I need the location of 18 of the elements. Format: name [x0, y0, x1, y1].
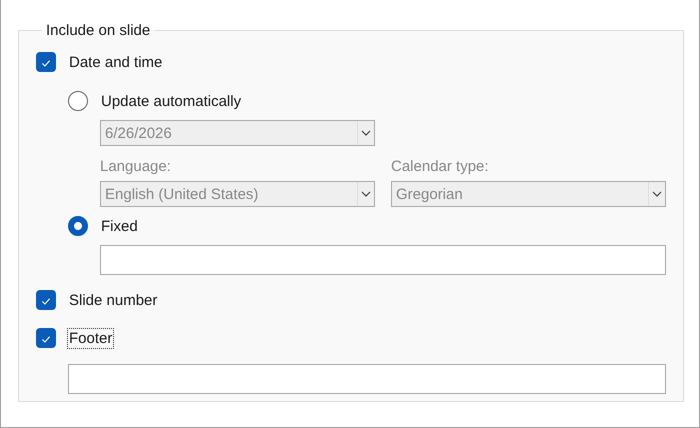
group-title: Include on slide [45, 22, 152, 39]
radio-label[interactable]: Fixed [100, 216, 139, 236]
chevron-down-icon [652, 191, 662, 197]
checkbox[interactable] [36, 52, 56, 72]
chevron-down-icon [361, 191, 371, 197]
checkbox-label[interactable]: Slide number [68, 290, 158, 310]
checkbox[interactable] [36, 290, 56, 310]
input-field[interactable] [68, 364, 666, 394]
input-field[interactable] [100, 245, 666, 275]
radio-label[interactable]: Update automatically [100, 92, 242, 110]
field-label: Calendar type: [391, 158, 490, 175]
checkbox-label[interactable]: Footer [68, 328, 114, 348]
chevron-down-icon [361, 130, 371, 136]
checkbox-label[interactable]: Date and time [68, 52, 164, 72]
checkbox[interactable] [36, 328, 56, 348]
radio-button[interactable] [68, 216, 88, 236]
field-label: Language: [100, 158, 172, 175]
radio-button[interactable] [68, 91, 88, 111]
